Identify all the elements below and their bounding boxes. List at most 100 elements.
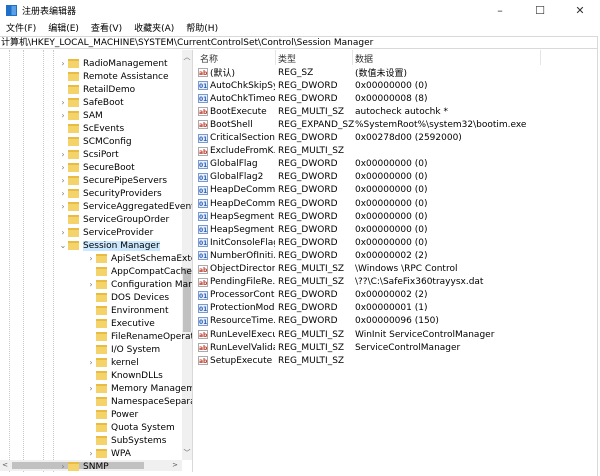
value-row[interactable]: 01 ProtectionMode REG_DWORD 0x00000001 (1) xyxy=(196,302,427,315)
value-row[interactable]: ab ExcludeFromK... REG_MULTI_SZ xyxy=(196,145,355,158)
tree-item[interactable]: › SecureBoot xyxy=(58,161,134,174)
tree-item[interactable]: Power xyxy=(86,408,138,421)
value-row[interactable]: abRunLevelExecuteREG_MULTI_SZ WinInit Ser… xyxy=(196,328,494,341)
chevron-right-icon[interactable]: › xyxy=(58,462,68,471)
menu-edit[interactable]: 编辑(E) xyxy=(42,21,85,34)
tree-item[interactable]: DOS Devices xyxy=(86,291,169,304)
scroll-down-icon[interactable]: ﹀ xyxy=(182,448,192,458)
value-row[interactable]: 01 NumberOfIniti... REG_DWORD 0x00000002 (2… xyxy=(196,249,427,262)
tree-item[interactable]: › RadioManagement xyxy=(58,57,167,70)
folder-icon xyxy=(96,254,107,263)
tree-item[interactable]: Remote Assistance xyxy=(58,70,169,83)
tree-item[interactable]: › SNMP xyxy=(58,460,108,472)
tree-item-label: WPA xyxy=(111,448,131,459)
tree-item[interactable]: › SecurityProviders xyxy=(58,187,161,200)
value-row[interactable]: 01InitConsoleFlagsREG_DWORD 0x00000000 (0… xyxy=(196,236,427,249)
chevron-right-icon[interactable]: › xyxy=(58,202,68,211)
tree-item[interactable]: SCMConfig xyxy=(58,135,132,148)
tree-item[interactable]: › ServiceProvider xyxy=(58,226,153,239)
tree-item[interactable]: NamespaceSeparation xyxy=(86,395,192,408)
value-row[interactable]: abRunLevelValida...REG_MULTI_SZ ServiceCo… xyxy=(196,341,460,354)
chevron-right-icon[interactable]: › xyxy=(86,384,96,393)
tree-item[interactable]: › ApiSetSchemaExtension xyxy=(86,252,192,265)
column-header-data[interactable]: 数据 xyxy=(352,52,373,65)
value-name: GlobalFlag xyxy=(210,159,258,170)
chevron-right-icon[interactable]: › xyxy=(58,189,68,198)
tree-item[interactable]: AppCompatCache xyxy=(86,265,192,278)
tree-item[interactable]: › SecurePipeServers xyxy=(58,174,167,187)
string-value-icon: ab xyxy=(198,343,208,353)
address-bar[interactable]: 计算机\HKEY_LOCAL_MACHINE\SYSTEM\CurrentCon… xyxy=(0,36,597,49)
tree-item[interactable]: ScEvents xyxy=(58,122,124,135)
tree-item[interactable]: RetailDemo xyxy=(58,83,135,96)
value-row[interactable]: ab BootExecute REG_MULTI_SZ autocheck autoc… xyxy=(196,105,448,118)
scroll-left-icon[interactable]: < xyxy=(0,461,10,469)
value-row[interactable]: ab SetupExecute REG_MULTI_SZ xyxy=(196,354,355,367)
minimize-button[interactable]: – xyxy=(480,0,520,20)
chevron-right-icon[interactable]: › xyxy=(58,111,68,120)
value-data: 0x00000000 (0) xyxy=(355,172,428,183)
tree-item[interactable]: › SAM xyxy=(58,109,102,122)
tree-item[interactable]: ServiceGroupOrder xyxy=(58,213,169,226)
value-row[interactable]: 01AutoChkTimeoutREG_DWORD 0x00000008 (8) xyxy=(196,92,427,105)
tree-item[interactable]: › kernel xyxy=(86,356,138,369)
menu-view[interactable]: 查看(V) xyxy=(85,21,128,34)
value-name: AutoChkSkipSy... xyxy=(210,80,275,91)
tree-item[interactable]: SubSystems xyxy=(86,434,166,447)
tree-item[interactable]: ⌄ Session Manager xyxy=(58,239,160,252)
tree-item-label: Power xyxy=(111,409,139,420)
tree-item[interactable]: FileRenameOperations xyxy=(86,330,192,343)
value-name: InitConsoleFlags xyxy=(210,237,275,248)
chevron-right-icon[interactable]: › xyxy=(86,254,96,263)
binary-value-icon: 01 xyxy=(198,172,208,182)
value-row[interactable]: 01 GlobalFlag REG_DWORD 0x00000000 (0) xyxy=(196,158,427,171)
value-row[interactable]: 01 ResourceTime... REG_DWORD 0x00000096 (15… xyxy=(196,315,439,328)
value-row[interactable]: 01AutoChkSkipSy...REG_DWORD 0x00000000 (0… xyxy=(196,79,427,92)
menu-file[interactable]: 文件(F) xyxy=(0,21,42,34)
chevron-right-icon[interactable]: › xyxy=(86,358,96,367)
chevron-down-icon[interactable]: ⌄ xyxy=(58,241,68,250)
tree-item[interactable]: Quota System xyxy=(86,421,175,434)
value-name: ProtectionMode xyxy=(210,303,275,314)
scroll-right-icon[interactable]: > xyxy=(170,461,180,469)
value-row[interactable]: abObjectDirector...REG_MULTI_SZ \Windows … xyxy=(196,263,457,276)
tree-item[interactable]: › ScsiPort xyxy=(58,148,118,161)
tree-item-label: DOS Devices xyxy=(111,292,170,303)
value-row[interactable]: 01HeapSegment...REG_DWORD 0x00000000 (0) xyxy=(196,223,427,236)
value-name: RunLevelValida... xyxy=(210,342,275,353)
value-row[interactable]: ab BootShell REG_EXPAND_SZ %SystemRoot%\sys… xyxy=(196,118,526,131)
chevron-right-icon[interactable]: › xyxy=(58,176,68,185)
chevron-right-icon[interactable]: › xyxy=(58,98,68,107)
tree-item[interactable]: Executive xyxy=(86,317,155,330)
column-header-name[interactable]: 名称 xyxy=(196,52,275,65)
menu-help[interactable]: 帮助(H) xyxy=(180,21,224,34)
value-row[interactable]: 01HeapDeComm...REG_DWORD 0x00000000 (0) xyxy=(196,184,427,197)
chevron-right-icon[interactable]: › xyxy=(86,280,96,289)
value-row[interactable]: ab (默认) REG_SZ (数值未设置) xyxy=(196,66,407,79)
value-row[interactable]: 01HeapDeComm...REG_DWORD 0x00000000 (0) xyxy=(196,197,427,210)
chevron-right-icon[interactable]: › xyxy=(58,59,68,68)
chevron-right-icon[interactable]: › xyxy=(58,228,68,237)
menu-favorites[interactable]: 收藏夹(A) xyxy=(128,21,180,34)
column-header-type[interactable]: 类型 xyxy=(275,52,352,65)
chevron-right-icon[interactable]: › xyxy=(58,150,68,159)
chevron-right-icon[interactable]: › xyxy=(86,449,96,458)
value-row[interactable]: 01CriticalSection...REG_DWORD 0x00278d00 … xyxy=(196,132,462,145)
maximize-button[interactable]: ☐ xyxy=(520,0,560,20)
tree-item[interactable]: Environment xyxy=(86,304,168,317)
tree-item-label: Remote Assistance xyxy=(83,71,169,82)
value-row[interactable]: ab PendingFileRe... REG_MULTI_SZ \??\C:\Saf… xyxy=(196,276,483,289)
tree-item[interactable]: › ServiceAggregatedEvents xyxy=(58,200,192,213)
value-row[interactable]: 01ProcessorCont...REG_DWORD 0x00000002 (2… xyxy=(196,289,427,302)
scroll-up-icon[interactable]: ︿ xyxy=(182,52,192,62)
tree-item[interactable]: › SafeBoot xyxy=(58,96,123,109)
tree-item[interactable]: › Memory Management xyxy=(86,382,192,395)
tree-item[interactable]: › Configuration Manager xyxy=(86,278,192,291)
close-button[interactable]: ✕ xyxy=(560,0,600,20)
tree-item[interactable]: › WPA xyxy=(86,447,131,460)
tree-item[interactable]: KnownDLLs xyxy=(86,369,163,382)
chevron-right-icon[interactable]: › xyxy=(58,163,68,172)
value-row[interactable]: 01HeapSegment...REG_DWORD 0x00000000 (0) xyxy=(196,210,427,223)
tree-item[interactable]: I/O System xyxy=(86,343,160,356)
value-row[interactable]: 01 GlobalFlag2 REG_DWORD 0x00000000 (0) xyxy=(196,171,427,184)
